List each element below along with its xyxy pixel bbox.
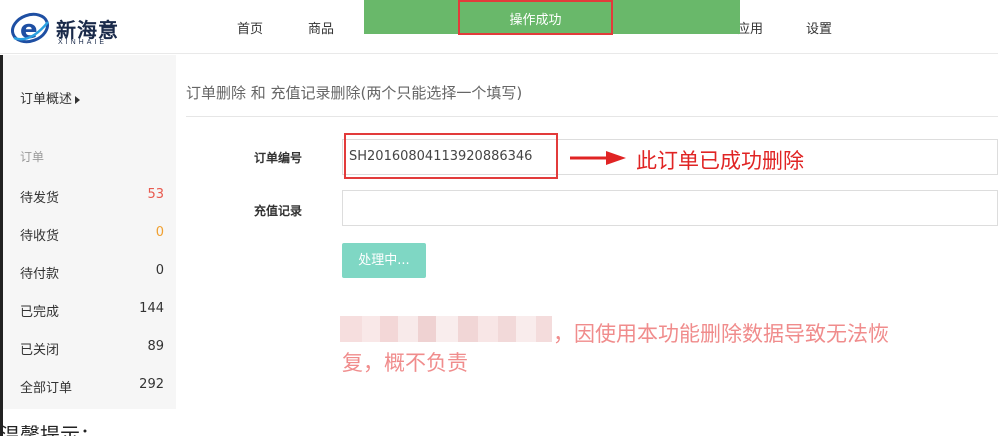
- tips-heading: 温馨提示：: [0, 423, 100, 436]
- sidebar-item-count: 292: [139, 377, 164, 392]
- nav-apps[interactable]: 应用: [737, 18, 763, 37]
- recharge-record-label: 充值记录: [254, 204, 303, 218]
- sidebar-item-label: 全部订单: [20, 381, 73, 396]
- sidebar-item-completed[interactable]: 已完成 144: [20, 301, 166, 321]
- warning-text-line2: 复，概不负责: [342, 351, 468, 375]
- sidebar-item-count: 144: [139, 301, 164, 316]
- sidebar-item-count: 0: [155, 263, 164, 278]
- svg-text:e: e: [20, 15, 38, 45]
- sidebar: 订单概述 订单 待发货 53 待收货 0 待付款 0 已完成 144 已关闭 8…: [0, 55, 176, 409]
- divider: [186, 116, 998, 117]
- page-title: 订单删除 和 充值记录删除(两个只能选择一个填写): [186, 84, 523, 102]
- process-button[interactable]: 处理中...: [342, 243, 426, 278]
- sidebar-item-closed[interactable]: 已关闭 89: [20, 339, 166, 359]
- order-number-label: 订单编号: [254, 151, 303, 165]
- sidebar-item-label: 待收货: [20, 229, 60, 244]
- sidebar-overview-label: 订单概述: [20, 92, 73, 107]
- brand-logo[interactable]: e 新海意 XINHAIE: [10, 8, 120, 48]
- sidebar-item-pending-receipt[interactable]: 待收货 0: [20, 225, 166, 245]
- nav-goods[interactable]: 商品: [308, 18, 334, 37]
- sidebar-item-overview[interactable]: 订单概述: [20, 88, 81, 107]
- warning-text-line1: ，因使用本功能删除数据导致无法恢: [553, 322, 889, 346]
- sidebar-item-pending-payment[interactable]: 待付款 0: [20, 263, 166, 283]
- caret-right-icon: [75, 95, 81, 104]
- sidebar-item-label: 待发货: [20, 191, 60, 206]
- arrow-right-icon: [570, 151, 626, 165]
- sidebar-section-title: 订单: [20, 150, 45, 164]
- nav-settings[interactable]: 设置: [806, 18, 832, 37]
- nav-home[interactable]: 首页: [237, 18, 263, 37]
- logo-subtext: XINHAIE: [58, 39, 108, 46]
- sidebar-item-count: 53: [147, 187, 164, 202]
- recharge-record-input[interactable]: [342, 190, 998, 226]
- order-highlight-box: [344, 133, 558, 179]
- sidebar-item-count: 0: [155, 225, 164, 240]
- sidebar-item-pending-shipment[interactable]: 待发货 53: [20, 187, 166, 207]
- logo-e-icon: e: [11, 12, 49, 45]
- sidebar-item-all-orders[interactable]: 全部订单 292: [20, 377, 166, 397]
- sidebar-item-label: 已关闭: [20, 343, 60, 358]
- sidebar-item-label: 待付款: [20, 267, 60, 282]
- sidebar-item-label: 已完成: [20, 305, 60, 320]
- toast-message: 操作成功: [509, 13, 562, 28]
- success-annotation: 此订单已成功删除: [636, 149, 804, 173]
- window-edge: [0, 55, 3, 436]
- sidebar-item-count: 89: [147, 339, 164, 354]
- redacted-text: [340, 316, 552, 342]
